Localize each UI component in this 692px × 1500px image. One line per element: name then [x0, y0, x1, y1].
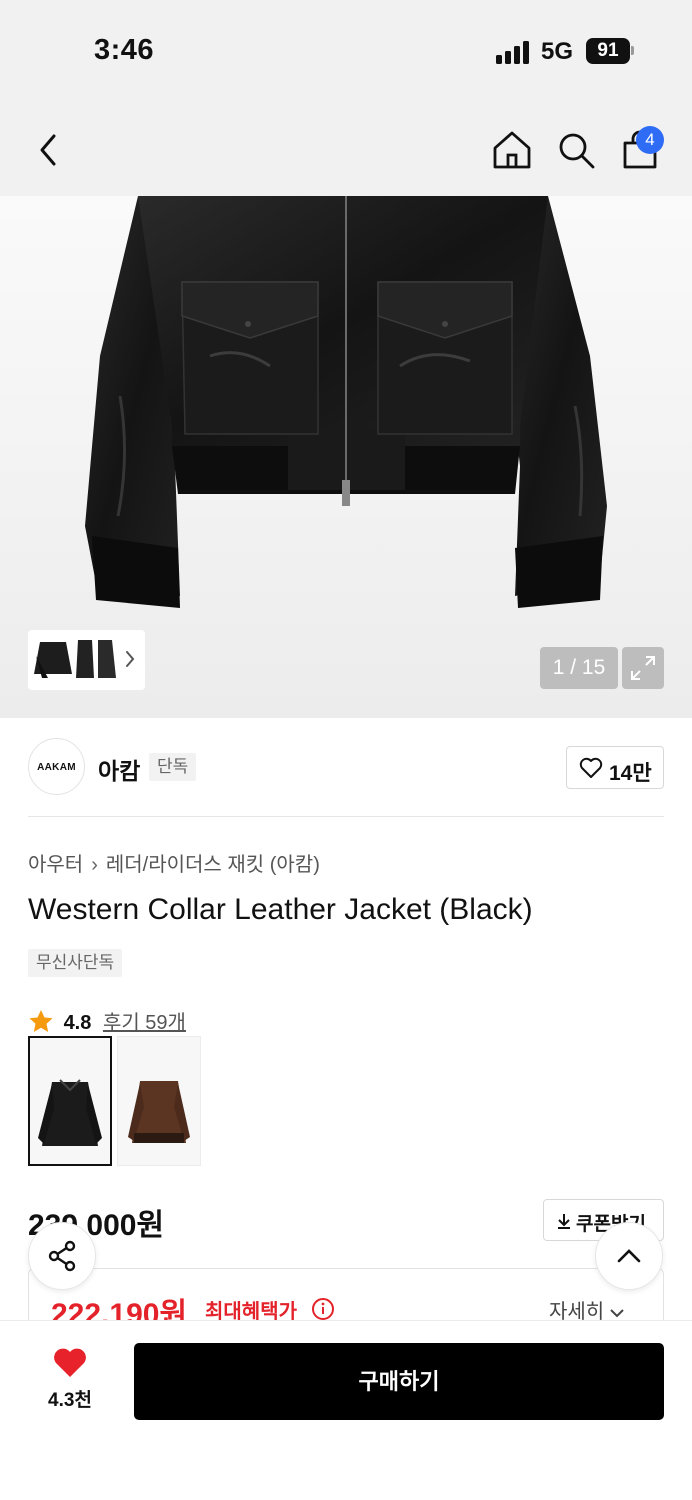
thumbnail-images	[34, 640, 116, 678]
download-icon	[558, 1214, 570, 1229]
exclusive-badge: 무신사단독	[28, 949, 123, 977]
breadcrumb-item[interactable]: 레더/라이더스 재킷 (아캄)	[106, 854, 320, 876]
heart-outline-icon	[579, 757, 603, 778]
swatch-image	[38, 1079, 102, 1146]
color-swatch-brown[interactable]	[117, 1036, 201, 1166]
rating-row: 4.8 후기 59개	[28, 1006, 186, 1035]
brand-like-button[interactable]: 14만	[566, 746, 664, 789]
network-label: 5G	[541, 38, 574, 65]
info-icon[interactable]	[311, 1297, 335, 1321]
chevron-up-icon	[617, 1249, 641, 1263]
status-bar: 3:46 5G 91	[0, 0, 692, 100]
expand-button[interactable]	[622, 647, 664, 689]
search-icon[interactable]	[556, 130, 596, 170]
brand-like-count: 14만	[609, 762, 652, 785]
signal-icon	[496, 40, 532, 64]
chevron-down-icon	[610, 1309, 624, 1318]
status-time: 3:46	[94, 34, 155, 66]
battery-tip	[631, 46, 634, 55]
home-icon[interactable]	[492, 130, 532, 170]
product-title: Western Collar Leather Jacket (Black)	[28, 893, 533, 926]
share-button[interactable]	[28, 1222, 96, 1290]
expand-icon	[631, 656, 655, 680]
back-icon[interactable]	[34, 132, 64, 168]
image-counter: 1 / 15	[540, 647, 618, 689]
wishlist-button[interactable]: 4.3천	[30, 1347, 110, 1417]
wishlist-count: 4.3천	[48, 1390, 92, 1411]
brand-row: AAKAM 아캄 단독 14만	[28, 738, 664, 798]
brand-logo[interactable]: AAKAM	[28, 738, 85, 795]
share-icon	[48, 1240, 76, 1272]
color-swatch-black[interactable]	[28, 1036, 112, 1166]
swatch-image	[128, 1081, 190, 1143]
bottom-bar: 4.3천 구매하기	[0, 1320, 692, 1500]
brand-exclusive-tag: 단독	[149, 753, 197, 781]
star-icon	[29, 1010, 53, 1032]
chevron-right-icon[interactable]	[123, 648, 137, 670]
rating-score: 4.8	[63, 1012, 92, 1034]
cart-count-badge: 4	[636, 126, 664, 154]
battery-icon: 91	[586, 38, 630, 64]
scroll-top-button[interactable]	[595, 1222, 663, 1290]
chevron-right-icon: ›	[91, 854, 98, 876]
brand-name[interactable]: 아캄	[98, 752, 140, 786]
divider	[28, 816, 664, 817]
breadcrumb: 아우터 › 레더/라이더스 재킷 (아캄)	[28, 848, 320, 877]
buy-button[interactable]: 구매하기	[134, 1343, 664, 1420]
reviews-link[interactable]: 후기 59개	[103, 1012, 186, 1034]
top-nav	[0, 100, 692, 196]
breadcrumb-item[interactable]: 아우터	[28, 854, 83, 876]
heart-filled-icon	[54, 1348, 86, 1377]
